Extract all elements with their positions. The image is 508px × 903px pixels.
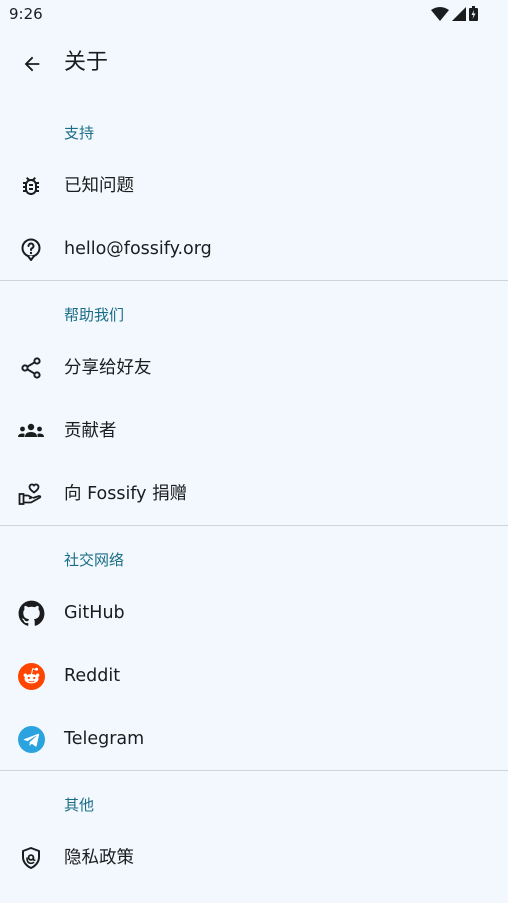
privacy-policy-label: 隐私政策 bbox=[64, 848, 134, 868]
known-issues-item[interactable]: 已知问题 bbox=[0, 154, 508, 216]
telegram-item[interactable]: Telegram bbox=[0, 707, 508, 769]
section-header-social: 社交网络 bbox=[64, 551, 125, 569]
battery-icon bbox=[469, 6, 478, 21]
donate-hand-heart-icon bbox=[18, 483, 42, 505]
privacy-policy-item[interactable]: 隐私政策 bbox=[0, 826, 508, 888]
donate-label: 向 Fossify 捐赠 bbox=[64, 484, 188, 504]
status-bar: 9:26 bbox=[0, 0, 508, 28]
privacy-shield-icon bbox=[22, 847, 40, 869]
back-button[interactable] bbox=[16, 48, 48, 80]
github-label: GitHub bbox=[64, 603, 125, 623]
top-app-bar: 关于 bbox=[0, 36, 508, 92]
donate-item[interactable]: 向 Fossify 捐赠 bbox=[0, 462, 508, 524]
wifi-icon bbox=[431, 6, 449, 21]
github-icon bbox=[18, 600, 44, 626]
section-header-help: 帮助我们 bbox=[64, 306, 125, 324]
section-header-support: 支持 bbox=[64, 124, 95, 142]
contributors-icon bbox=[18, 423, 44, 437]
telegram-label: Telegram bbox=[64, 729, 145, 749]
contributors-label: 贡献者 bbox=[64, 421, 117, 441]
github-item[interactable]: GitHub bbox=[0, 581, 508, 643]
known-issues-label: 已知问题 bbox=[64, 176, 134, 196]
back-arrow-icon bbox=[24, 56, 40, 72]
share-label: 分享给好友 bbox=[64, 358, 152, 378]
system-icons bbox=[431, 6, 478, 21]
divider bbox=[0, 280, 508, 281]
reddit-item[interactable]: Reddit bbox=[0, 644, 508, 706]
share-icon bbox=[21, 357, 41, 379]
reddit-icon bbox=[17, 662, 45, 690]
help-circle-icon bbox=[21, 238, 41, 261]
email-label: hello@fossify.org bbox=[64, 239, 212, 259]
section-header-other: 其他 bbox=[64, 796, 95, 814]
share-item[interactable]: 分享给好友 bbox=[0, 336, 508, 398]
email-item[interactable]: hello@fossify.org bbox=[0, 217, 508, 279]
page-title: 关于 bbox=[64, 50, 109, 75]
status-time: 9:26 bbox=[9, 5, 43, 23]
cell-signal-icon bbox=[452, 6, 466, 21]
divider bbox=[0, 525, 508, 526]
divider bbox=[0, 770, 508, 771]
reddit-label: Reddit bbox=[64, 666, 121, 686]
contributors-item[interactable]: 贡献者 bbox=[0, 399, 508, 461]
bug-icon bbox=[23, 177, 39, 195]
telegram-icon bbox=[17, 725, 45, 753]
